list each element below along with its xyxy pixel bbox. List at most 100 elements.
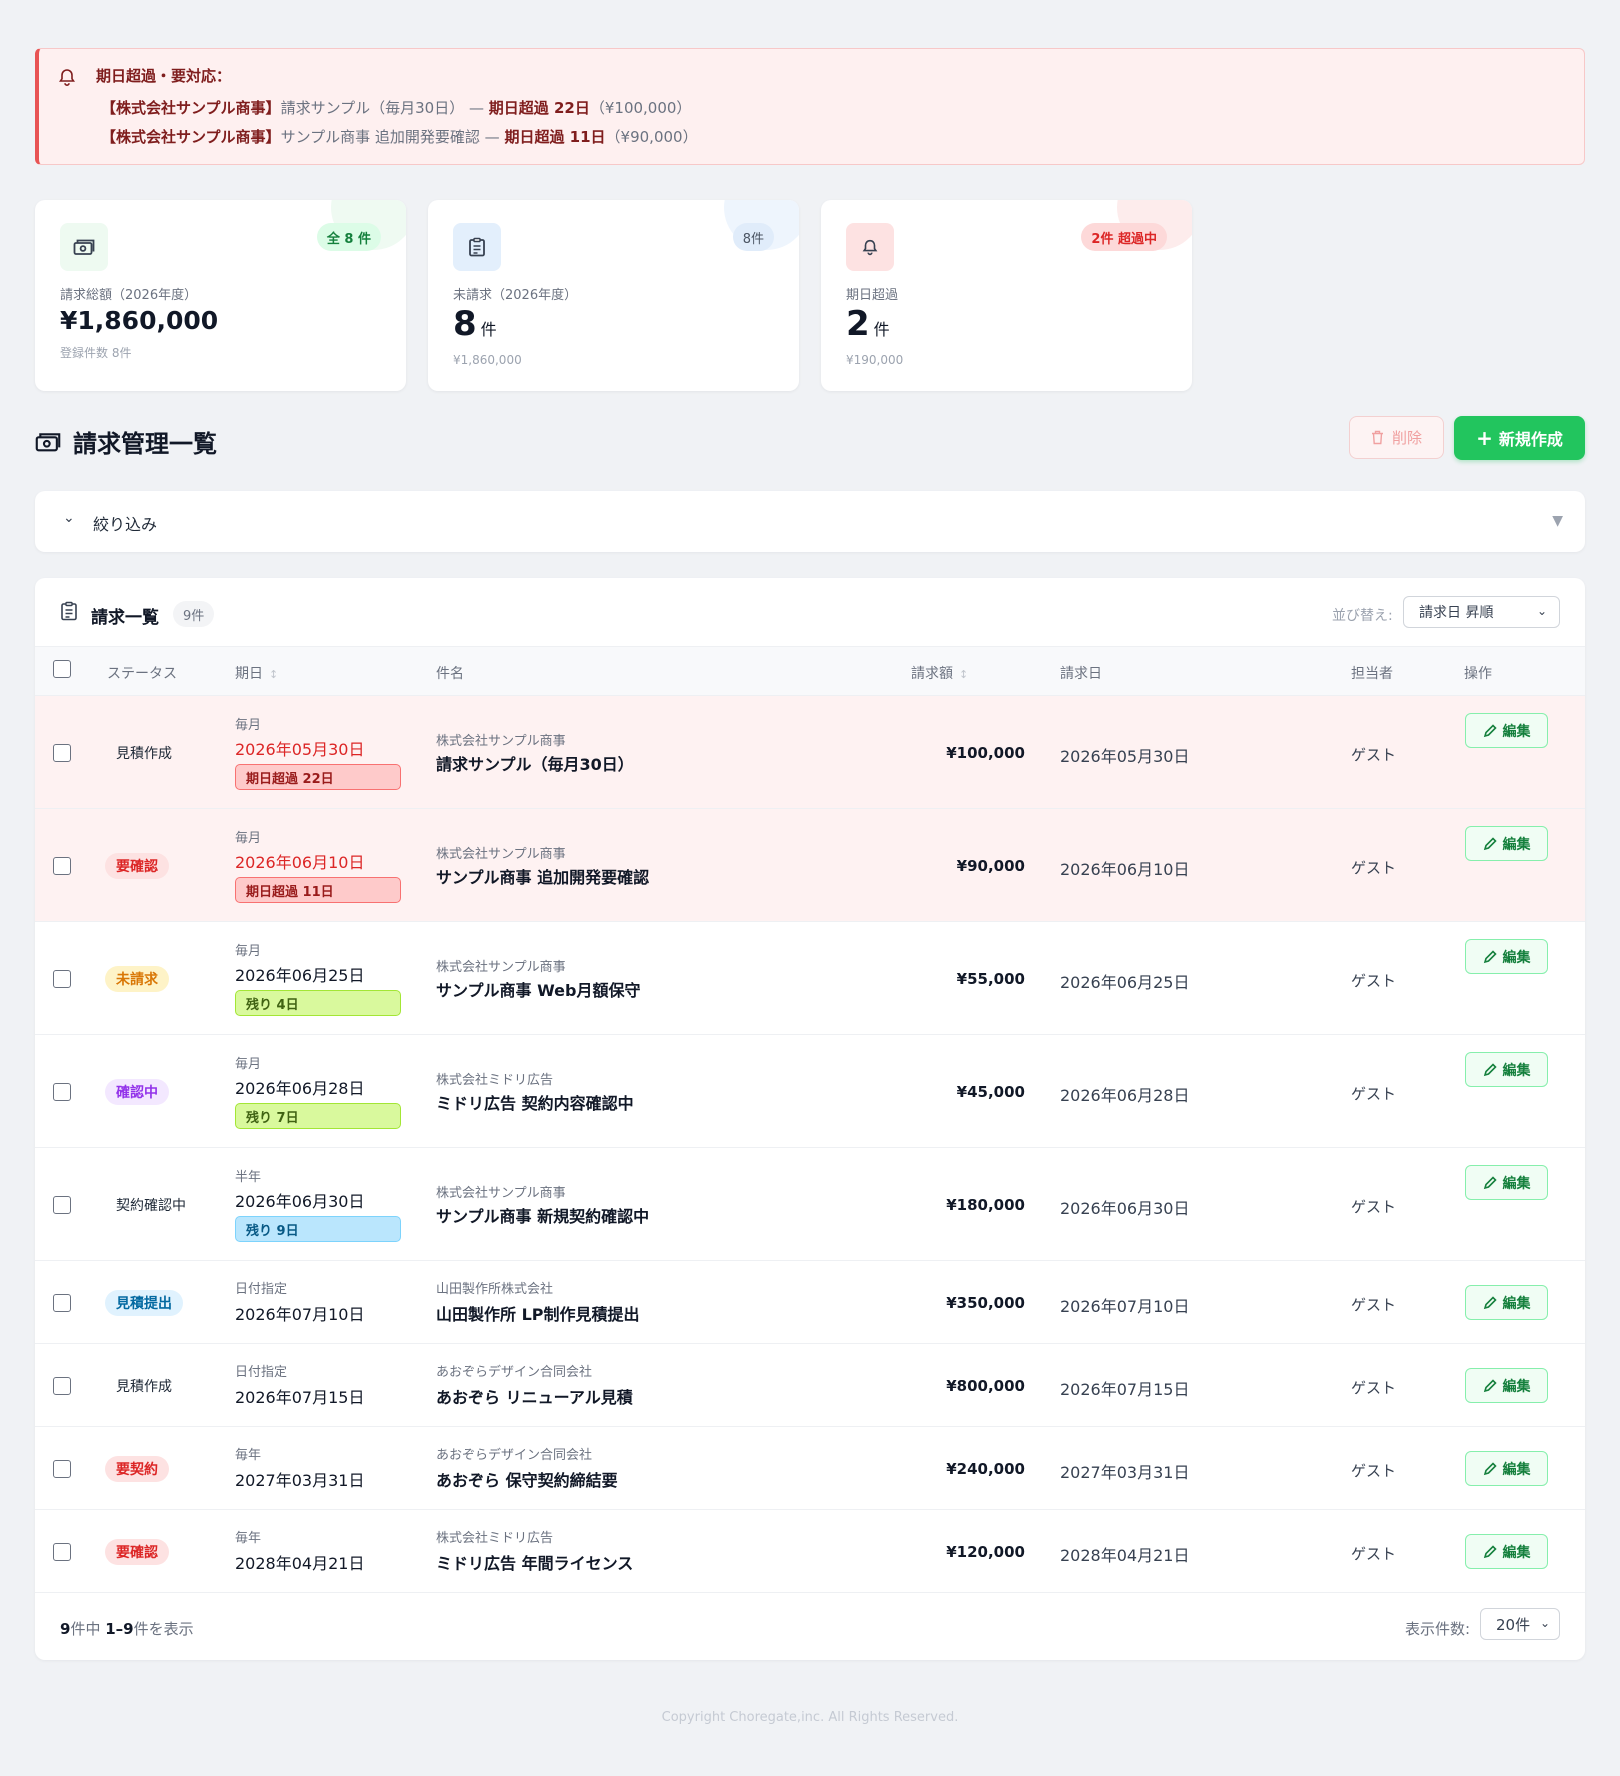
per-page-label: 表示件数: <box>1405 1620 1471 1638</box>
col-status: ステータス <box>107 666 177 682</box>
trash-icon <box>1371 430 1383 445</box>
table-header: ステータス 期日 ↕ 件名 請求額 ↕ 請求日 担当者 操作 <box>35 646 1585 696</box>
owner: ゲスト <box>1351 971 1397 990</box>
owner: ゲスト <box>1351 1084 1397 1103</box>
company-name: 株式会社ミドリ広告 <box>436 1073 554 1088</box>
delete-button[interactable]: 削除 <box>1349 416 1444 459</box>
subject: ミドリ広告 年間ライセンス <box>436 1554 634 1573</box>
status-badge: 見積作成 <box>116 745 172 762</box>
edit-button[interactable]: 編集 <box>1465 1534 1548 1569</box>
due-date: 2026年05月30日 <box>235 740 365 759</box>
bell-icon <box>58 69 76 86</box>
card-label: 期日超過 <box>846 288 899 303</box>
owner: ゲスト <box>1351 1295 1397 1314</box>
status-badge: 見積提出 <box>105 1289 183 1316</box>
edit-button[interactable]: 編集 <box>1465 939 1548 974</box>
due-date: 2026年07月15日 <box>235 1388 365 1407</box>
status-badge: 確認中 <box>105 1078 169 1105</box>
status-badge: 見積作成 <box>116 1378 172 1395</box>
card-sub: 登録件数 8件 <box>60 346 132 360</box>
table-row[interactable]: 要確認 毎年 2028年04月21日 株式会社ミドリ広告 ミドリ広告 年間ライセンス ¥1… <box>35 1510 1585 1593</box>
col-amount[interactable]: 請求額 ↕ <box>911 663 968 683</box>
due-cycle: 毎年 <box>235 1448 262 1463</box>
owner: ゲスト <box>1351 1197 1397 1216</box>
table-row[interactable]: 未請求 毎月 2026年06月25日 残り 4日 株式会社サンプル商事 サンプル商事 We… <box>35 922 1585 1035</box>
amount: ¥800,000 <box>946 1376 1025 1395</box>
row-checkbox[interactable] <box>53 1542 71 1561</box>
alert-title: 期日超過・要対応： <box>96 67 232 85</box>
edit-button[interactable]: 編集 <box>1465 1368 1548 1403</box>
row-checkbox[interactable] <box>53 856 71 875</box>
billing-date: 2026年07月15日 <box>1060 1379 1190 1399</box>
alert-item: 【株式会社サンプル商事】請求サンプル（毎月30日） — 期日超過 22日（¥10… <box>101 99 692 117</box>
due-status-chip: 残り 9日 <box>235 1216 401 1242</box>
row-checkbox[interactable] <box>53 1376 71 1395</box>
row-checkbox[interactable] <box>53 1082 71 1101</box>
due-status-chip: 期日超過 11日 <box>235 877 401 903</box>
status-badge: 要契約 <box>105 1455 169 1482</box>
owner: ゲスト <box>1351 858 1397 877</box>
table-row[interactable]: 要確認 毎月 2026年06月10日 期日超過 11日 株式会社サンプル商事 サンプル商事… <box>35 809 1585 922</box>
caret-down-icon: ▼ <box>1552 513 1563 529</box>
due-status-chip: 残り 4日 <box>235 990 401 1016</box>
per-page-select[interactable]: 20件 ⌄ <box>1480 1608 1560 1640</box>
invoice-list-panel: 請求一覧 9件 並び替え: 請求日 昇順 ⌄ ステータス 期日 ↕ 件名 請求額 ↕… <box>35 578 1585 1660</box>
list-title: 請求一覧 <box>91 608 159 628</box>
edit-button[interactable]: 編集 <box>1465 1451 1548 1486</box>
stat-card-overdue: 2件 超過中 期日超過 2件 ¥190,000 <box>821 200 1192 391</box>
new-button[interactable]: + 新規作成 <box>1454 416 1585 460</box>
sort-icon: ↕ <box>269 668 279 681</box>
table-row[interactable]: 契約確認中 半年 2026年06月30日 残り 9日 株式会社サンプル商事 サンプル商事 … <box>35 1148 1585 1261</box>
edit-button[interactable]: 編集 <box>1465 826 1548 861</box>
row-checkbox[interactable] <box>53 1293 71 1312</box>
page-title: 請求管理一覧 <box>35 424 217 459</box>
card-value: 8件 <box>453 304 497 344</box>
col-due[interactable]: 期日 ↕ <box>235 663 278 683</box>
col-billing-date: 請求日 <box>1060 666 1102 682</box>
table-row[interactable]: 確認中 毎月 2026年06月28日 残り 7日 株式会社ミドリ広告 ミドリ広告 契約内容… <box>35 1035 1585 1148</box>
billing-date: 2026年06月28日 <box>1060 1085 1190 1105</box>
row-checkbox[interactable] <box>53 1195 71 1214</box>
pencil-icon <box>1483 1378 1497 1392</box>
plus-icon: + <box>1476 426 1493 450</box>
table-row[interactable]: 見積作成 毎月 2026年05月30日 期日超過 22日 株式会社サンプル商事 請求サンプ… <box>35 696 1585 809</box>
pencil-icon <box>1483 1062 1497 1076</box>
subject: サンプル商事 Web月額保守 <box>436 981 641 1000</box>
due-cycle: 毎月 <box>235 1057 262 1072</box>
due-date: 2026年06月30日 <box>235 1192 365 1211</box>
sort-select[interactable]: 請求日 昇順 ⌄ <box>1403 596 1560 628</box>
clipboard-icon <box>61 601 77 621</box>
table-row[interactable]: 要契約 毎年 2027年03月31日 あおぞらデザイン合同会社 あおぞら 保守契約締結要… <box>35 1427 1585 1510</box>
due-date: 2028年04月21日 <box>235 1554 365 1573</box>
edit-button[interactable]: 編集 <box>1465 1052 1548 1087</box>
amount: ¥180,000 <box>946 1195 1025 1214</box>
edit-button[interactable]: 編集 <box>1465 1165 1548 1200</box>
row-checkbox[interactable] <box>53 969 71 988</box>
row-checkbox[interactable] <box>53 1459 71 1478</box>
filter-panel[interactable]: ⌄ 絞り込み ▼ <box>35 491 1585 552</box>
table-row[interactable]: 見積提出 日付指定 2026年07月10日 山田製作所株式会社 山田製作所 LP制作見積… <box>35 1261 1585 1344</box>
edit-button[interactable]: 編集 <box>1465 713 1548 748</box>
subject: 請求サンプル（毎月30日） <box>436 755 634 774</box>
row-checkbox[interactable] <box>53 743 71 762</box>
due-date: 2027年03月31日 <box>235 1471 365 1490</box>
table-row[interactable]: 見積作成 日付指定 2026年07月15日 あおぞらデザイン合同会社 あおぞら リニュー… <box>35 1344 1585 1427</box>
billing-date: 2026年06月25日 <box>1060 972 1190 992</box>
due-cycle: 日付指定 <box>235 1282 288 1297</box>
due-status-chip: 期日超過 22日 <box>235 764 401 790</box>
card-value: ¥1,860,000 <box>60 306 219 335</box>
select-all-checkbox[interactable] <box>53 660 71 678</box>
pencil-icon <box>1483 723 1497 737</box>
due-cycle: 毎月 <box>235 718 262 733</box>
edit-button[interactable]: 編集 <box>1465 1285 1548 1320</box>
due-cycle: 半年 <box>235 1170 262 1185</box>
due-cycle: 毎年 <box>235 1531 262 1546</box>
amount: ¥120,000 <box>946 1542 1025 1561</box>
pencil-icon <box>1483 1461 1497 1475</box>
stat-card-unbilled: 8件 未請求（2026年度） 8件 ¥1,860,000 <box>428 200 799 391</box>
col-owner: 担当者 <box>1351 666 1393 682</box>
billing-date: 2026年05月30日 <box>1060 746 1190 766</box>
subject: あおぞら リニューアル見積 <box>436 1388 633 1407</box>
due-date: 2026年07月10日 <box>235 1305 365 1324</box>
card-badge: 全 8 件 <box>316 223 381 251</box>
